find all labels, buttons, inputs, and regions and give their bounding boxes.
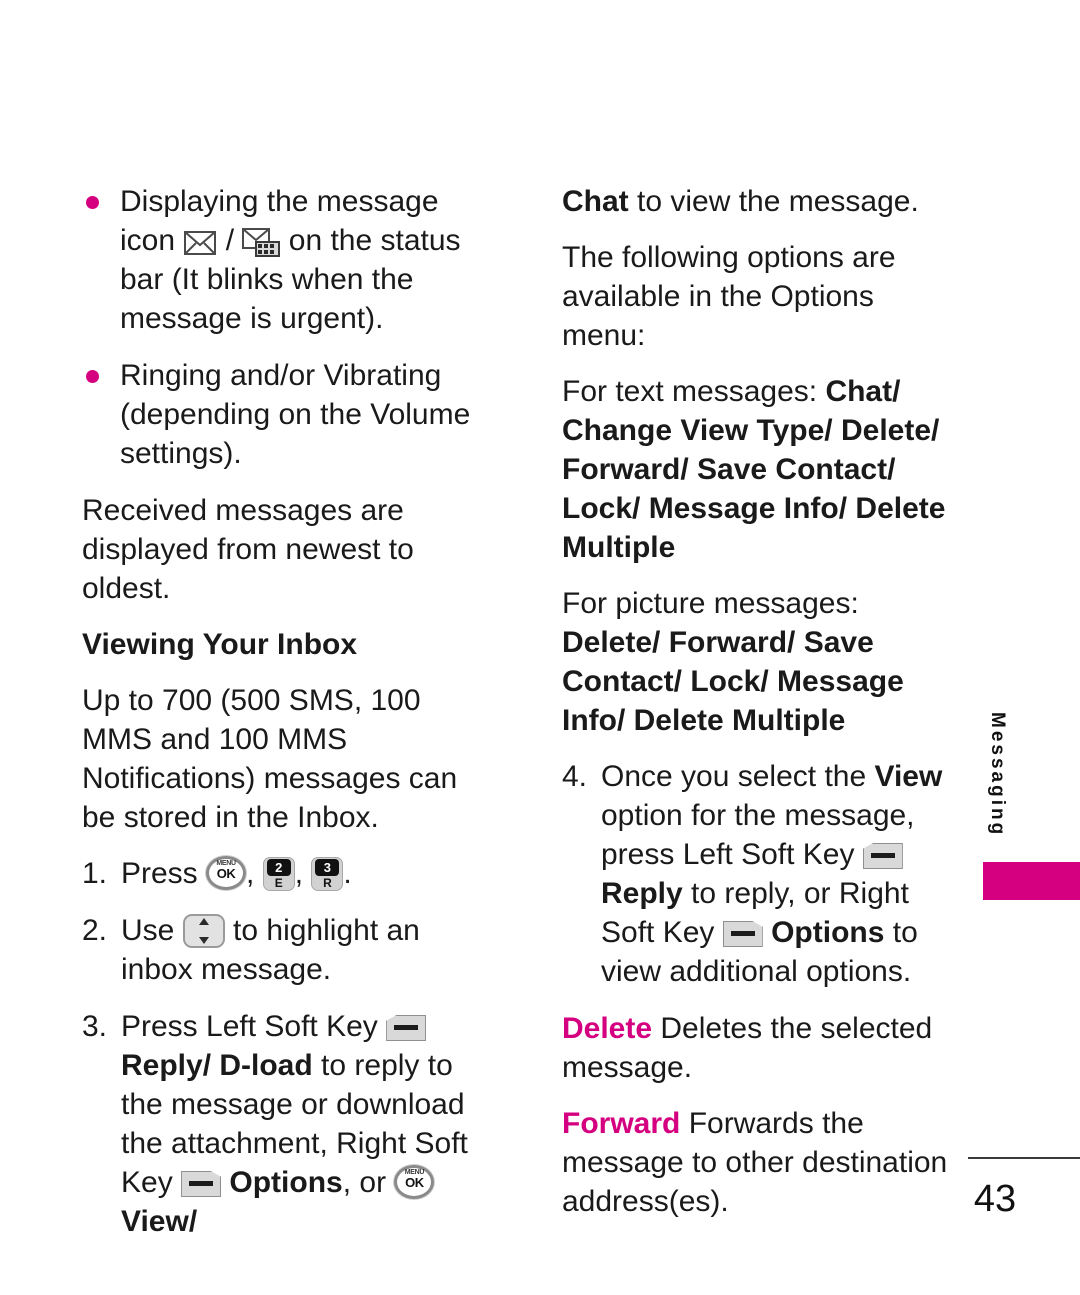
- step-4-options-label: Options: [771, 916, 885, 949]
- forward-definition-entry: Forward Forwards the message to other de…: [562, 1104, 962, 1221]
- bullet-item-message-icon: Displaying the message icon / on the sta…: [82, 182, 497, 338]
- left-column: Displaying the message icon / on the sta…: [82, 182, 497, 1259]
- paragraph-received-messages: Received messages are displayed from new…: [82, 494, 414, 605]
- delete-definition-entry: Delete Deletes the selected message.: [562, 1009, 962, 1087]
- step-1-period: .: [343, 857, 352, 890]
- step-3-view-label: View/: [121, 1205, 198, 1238]
- keypad-key-3-digit: 3: [315, 859, 340, 876]
- right-column: Chat to view the message. The following …: [562, 182, 962, 1238]
- bullet-dot-icon: [86, 196, 99, 209]
- picture-messages-label: For picture messages:: [562, 587, 859, 620]
- menu-ok-key-icon[interactable]: MENU OK: [206, 856, 247, 890]
- step-1-number: 1.: [82, 857, 108, 890]
- page-number: 43: [973, 1178, 1017, 1220]
- multimedia-message-icon: [242, 228, 281, 258]
- menu-ok-key-icon[interactable]: MENU OK: [394, 1165, 435, 1199]
- menu-ok-key-ok-label: OK: [216, 866, 236, 881]
- keypad-key-2-letter: E: [274, 876, 283, 890]
- forward-term: Forward: [562, 1107, 681, 1140]
- soft-key-bar-icon: [870, 853, 895, 858]
- footer-divider: [968, 1157, 1080, 1159]
- left-soft-key-icon[interactable]: [386, 1015, 427, 1041]
- delete-term: Delete: [562, 1012, 653, 1045]
- step-2-text-before: Use: [121, 914, 175, 947]
- keypad-key-2-icon[interactable]: 2 E: [262, 857, 295, 891]
- right-soft-key-icon[interactable]: [722, 921, 763, 947]
- line-chat-view-message: Chat to view the message.: [562, 182, 962, 221]
- step-1-text-before: Press: [121, 857, 198, 890]
- step-3-number: 3.: [82, 1010, 108, 1043]
- step-4-number: 4.: [562, 760, 588, 793]
- arrow-up-icon: [198, 918, 209, 925]
- paragraph-options-intro: The following options are available in t…: [562, 241, 896, 352]
- step-4-view-label: View: [874, 760, 943, 793]
- arrow-down-icon: [198, 937, 209, 944]
- keypad-key-3-letter: R: [323, 876, 332, 890]
- left-soft-key-icon[interactable]: [862, 843, 903, 869]
- manual-page: Displaying the message icon / on the sta…: [0, 0, 1080, 1295]
- step-4-reply-label: Reply: [601, 877, 683, 910]
- step-2-number: 2.: [82, 914, 108, 947]
- menu-ok-key-ok-label: OK: [405, 1175, 424, 1190]
- step-2: 2. Use to highlight an inbox message.: [82, 911, 497, 989]
- side-tab-chapter-label: Messaging: [987, 712, 1008, 838]
- chat-rest-text: to view the message.: [637, 185, 919, 218]
- step-3-reply-dload-label: Reply/ D-load: [121, 1049, 313, 1082]
- side-tab-color-block: [983, 862, 1080, 900]
- text-messages-options: For text messages: Chat/ Change View Typ…: [562, 372, 962, 567]
- step-3-text-or: , or: [342, 1166, 387, 1199]
- bullet-dot-icon: [86, 370, 99, 383]
- soft-key-bar-icon: [730, 931, 755, 936]
- chat-label: Chat: [562, 185, 629, 218]
- right-soft-key-icon[interactable]: [181, 1171, 222, 1197]
- text-messages-label: For text messages:: [562, 375, 818, 408]
- soft-key-bar-icon: [394, 1025, 419, 1030]
- step-4-part1: Once you select the: [601, 760, 867, 793]
- step-1: 1. Press MENU OK , 2 E , 3 R .: [82, 854, 497, 893]
- soft-key-bar-icon: [189, 1181, 214, 1186]
- picture-messages-options: For picture messages: Delete/ Forward/ S…: [562, 584, 962, 740]
- step-4: 4. Once you select the View option for t…: [562, 757, 962, 991]
- step-1-comma-1: ,: [246, 857, 255, 890]
- heading-viewing-your-inbox: Viewing Your Inbox: [82, 628, 358, 661]
- bullet-text: Ringing and/or Vibrating (depending on t…: [120, 359, 471, 470]
- keypad-key-2-digit: 2: [266, 859, 291, 876]
- picture-messages-option-list: Delete/ Forward/ Save Contact/ Lock/ Mes…: [562, 626, 904, 737]
- message-envelope-icon: [183, 228, 217, 256]
- keypad-key-3-icon[interactable]: 3 R: [311, 857, 344, 891]
- step-3-options-label: Options: [229, 1166, 343, 1199]
- navigation-up-down-key-icon[interactable]: [182, 914, 225, 948]
- step-3: 3. Press Left Soft Key Reply/ D-load to …: [82, 1007, 497, 1241]
- bullet-item-ringing-vibrating: Ringing and/or Vibrating (depending on t…: [82, 356, 497, 473]
- paragraph-inbox-capacity: Up to 700 (500 SMS, 100 MMS and 100 MMS …: [82, 684, 458, 834]
- icon-separator: /: [225, 224, 235, 257]
- step-3-text-before: Press Left Soft Key: [121, 1010, 378, 1043]
- step-1-comma-2: ,: [294, 857, 304, 890]
